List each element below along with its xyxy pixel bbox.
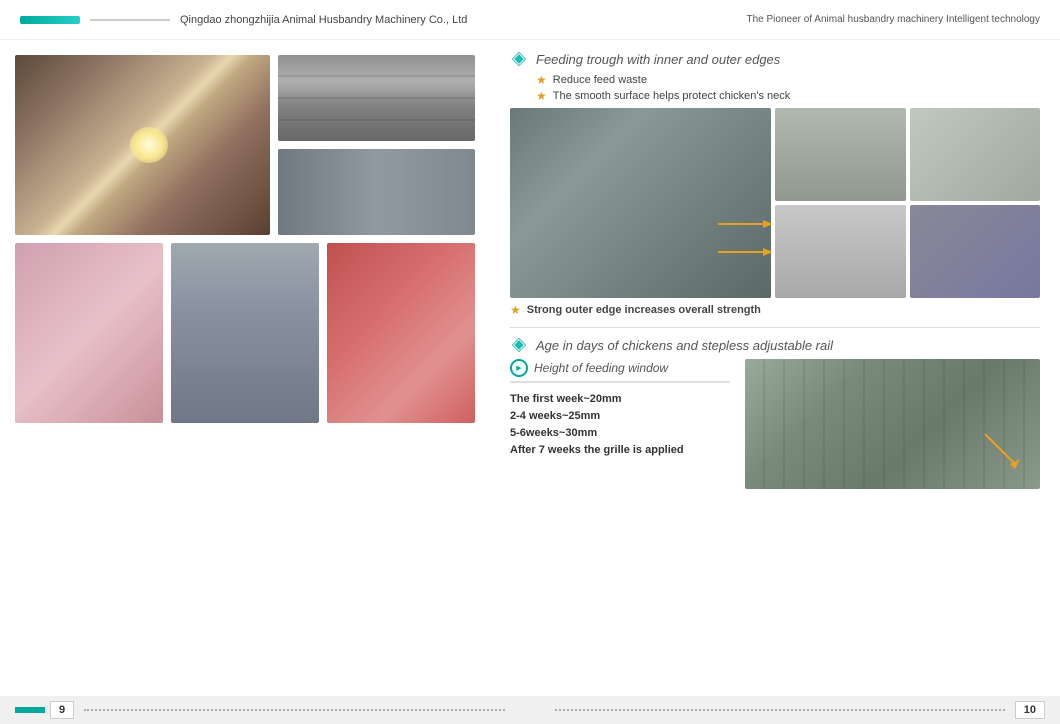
red-rack-photo bbox=[327, 243, 475, 423]
cage-arrow-icon bbox=[975, 424, 1025, 474]
cage-photo bbox=[745, 359, 1040, 489]
gray-mech-photo bbox=[171, 243, 319, 423]
feeding-left: Height of feeding window The first week~… bbox=[510, 359, 730, 489]
spec-week7: After 7 weeks the grille is applied bbox=[510, 444, 730, 456]
diamond-icon-2 bbox=[510, 336, 528, 354]
section2: Age in days of chickens and stepless adj… bbox=[510, 327, 1040, 489]
features-list: ★ Reduce feed waste ★ The smooth surface… bbox=[536, 73, 1040, 103]
spec-week1: The first week~20mm bbox=[510, 393, 730, 405]
logo-bar bbox=[20, 16, 80, 24]
grid-photo-main bbox=[510, 108, 771, 298]
feature-item-2: ★ The smooth surface helps protect chick… bbox=[536, 89, 1040, 103]
footer-right: 10 bbox=[530, 701, 1060, 719]
section2-title: Age in days of chickens and stepless adj… bbox=[536, 338, 833, 353]
star-icon-3: ★ bbox=[510, 303, 521, 317]
rack-photo-bottom bbox=[278, 149, 475, 235]
spec-week2: 2-4 weeks~25mm bbox=[510, 410, 730, 422]
left-photo-panel bbox=[0, 40, 490, 696]
feature-text-1: Reduce feed waste bbox=[553, 74, 647, 86]
corridor-photo bbox=[15, 55, 270, 235]
footer: 9 10 bbox=[0, 696, 1060, 724]
arrow-right-icon-2 bbox=[718, 244, 771, 260]
feeding-trough-section: Feeding trough with inner and outer edge… bbox=[510, 50, 1040, 317]
right-panel: Feeding trough with inner and outer edge… bbox=[490, 40, 1060, 696]
rack-photo-top bbox=[278, 55, 475, 141]
photo-row-top bbox=[15, 55, 475, 235]
photo-small-pair bbox=[278, 55, 475, 235]
star-icon-2: ★ bbox=[536, 89, 547, 103]
grid-photo-sm-4 bbox=[910, 205, 1041, 298]
trough-photo-grid bbox=[510, 108, 1040, 298]
star-icon-1: ★ bbox=[536, 73, 547, 87]
header-divider bbox=[90, 19, 170, 21]
section1-title: Feeding trough with inner and outer edge… bbox=[536, 52, 780, 67]
spec-week3: 5-6weeks~30mm bbox=[510, 427, 730, 439]
footer-dots-left bbox=[84, 709, 505, 711]
main-content: Feeding trough with inner and outer edge… bbox=[0, 40, 1060, 696]
teal-accent bbox=[15, 707, 45, 713]
circle-arrow-icon bbox=[510, 359, 528, 377]
company-name: Qingdao zhongzhijia Animal Husbandry Mac… bbox=[180, 14, 467, 26]
footer-dots-right bbox=[555, 709, 1005, 711]
footer-left: 9 bbox=[0, 701, 530, 719]
feeding-specs: The first week~20mm 2-4 weeks~25mm 5-6we… bbox=[510, 393, 730, 456]
diamond-icon bbox=[510, 50, 528, 68]
header-slogan: The Pioneer of Animal husbandry machiner… bbox=[746, 14, 1040, 25]
pink-photo bbox=[15, 243, 163, 423]
feature-text-2: The smooth surface helps protect chicken… bbox=[553, 90, 791, 102]
section1-header: Feeding trough with inner and outer edge… bbox=[510, 50, 1040, 68]
grid-photo-sm-3 bbox=[775, 205, 906, 298]
feature-item-1: ★ Reduce feed waste bbox=[536, 73, 1040, 87]
photo-row-bottom bbox=[15, 243, 475, 423]
feeding-window-section: Height of feeding window The first week~… bbox=[510, 359, 1040, 489]
bottom-note-text: Strong outer edge increases overall stre… bbox=[527, 304, 761, 316]
feeding-window-header: Height of feeding window bbox=[510, 359, 730, 383]
grid-photo-sm-2 bbox=[910, 108, 1041, 201]
grid-photo-sm-1 bbox=[775, 108, 906, 201]
bottom-note: ★ Strong outer edge increases overall st… bbox=[510, 303, 1040, 317]
feeding-window-title: Height of feeding window bbox=[534, 361, 668, 375]
page-number-right: 10 bbox=[1015, 701, 1045, 719]
page-number-left: 9 bbox=[50, 701, 74, 719]
arrow-right-icon bbox=[718, 216, 771, 232]
section2-header: Age in days of chickens and stepless adj… bbox=[510, 336, 1040, 354]
header-left: Qingdao zhongzhijia Animal Husbandry Mac… bbox=[20, 14, 467, 26]
header: Qingdao zhongzhijia Animal Husbandry Mac… bbox=[0, 0, 1060, 40]
